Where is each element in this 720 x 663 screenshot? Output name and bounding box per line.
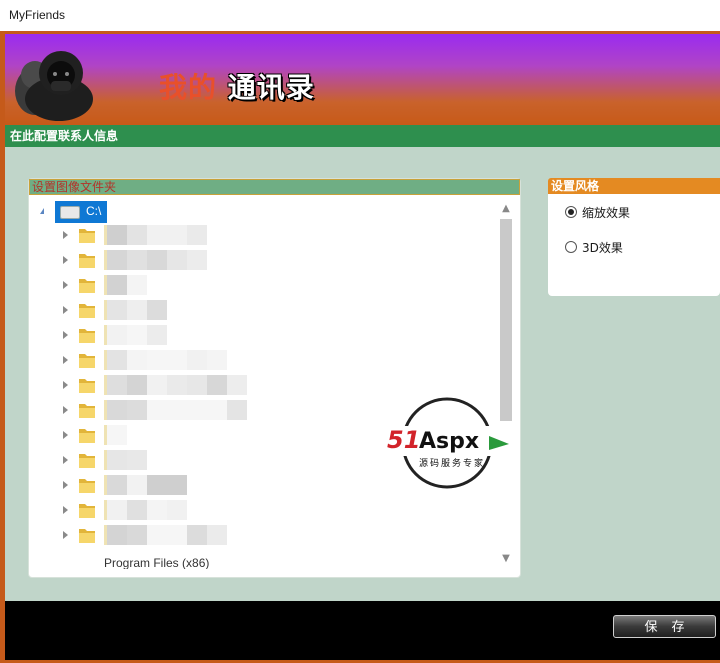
radio-3d-label: 3D效果 <box>582 241 623 255</box>
expand-arrow-icon[interactable] <box>63 381 68 389</box>
folder-icon <box>79 454 95 468</box>
tree-item[interactable] <box>29 498 496 523</box>
tree-item-label-obscured <box>104 448 147 473</box>
tree-item[interactable] <box>29 348 496 373</box>
header-banner: 我的 通讯录 <box>5 34 720 125</box>
section-header: 在此配置联系人信息 <box>5 125 720 147</box>
folder-icon <box>79 529 95 543</box>
tree-item-label-obscured <box>104 423 127 448</box>
app-window: 我的 通讯录 在此配置联系人信息 设置图像文件夹 C:\ Program Fil… <box>5 34 720 660</box>
expand-arrow-icon[interactable] <box>63 481 68 489</box>
tree-item[interactable] <box>29 298 496 323</box>
save-button[interactable]: 保存 <box>613 615 716 638</box>
expand-arrow-icon[interactable] <box>63 281 68 289</box>
folder-icon <box>79 379 95 393</box>
tree-item[interactable] <box>29 223 496 248</box>
collapse-arrow-icon[interactable] <box>40 208 44 214</box>
folder-tree[interactable]: C:\ Program Files (x86) <box>29 199 496 569</box>
tree-root-label: C:\ <box>86 204 102 218</box>
title-bar: MyFriends <box>0 0 720 31</box>
tree-item-label-obscured <box>104 523 227 548</box>
watermark-brand-red: 51 <box>387 426 420 454</box>
folder-icon <box>79 504 95 518</box>
tree-scrollbar[interactable]: ▲ ▼ <box>498 201 514 567</box>
folder-icon <box>79 229 95 243</box>
expand-arrow-icon[interactable] <box>63 431 68 439</box>
expand-arrow-icon[interactable] <box>63 506 68 514</box>
radio-unselected-icon[interactable] <box>565 241 577 253</box>
expand-arrow-icon[interactable] <box>63 531 68 539</box>
expand-arrow-icon[interactable] <box>63 456 68 464</box>
tree-item-label-obscured <box>104 398 247 423</box>
tree-item[interactable] <box>29 273 496 298</box>
watermark-brand-black: Aspx <box>419 429 479 454</box>
folder-icon <box>79 329 95 343</box>
folder-icon <box>79 479 95 493</box>
style-panel-title: 设置风格 <box>548 178 720 194</box>
tree-root-selected[interactable]: C:\ <box>55 201 107 223</box>
style-panel: 设置风格 缩放效果 3D效果 <box>548 178 720 296</box>
watermark-logo: 51 Aspx 源码服务专家 <box>385 397 511 489</box>
tree-item-label-obscured <box>104 473 187 498</box>
logo-part-1: 我的 <box>159 71 218 104</box>
tree-item-label-obscured <box>104 373 247 398</box>
folder-icon <box>79 254 95 268</box>
tree-item[interactable] <box>29 523 496 548</box>
expand-arrow-icon[interactable] <box>63 331 68 339</box>
tree-item-label-obscured <box>104 348 227 373</box>
tree-item-label-obscured <box>104 273 147 298</box>
folder-icon <box>79 279 95 293</box>
image-folder-panel: 设置图像文件夹 C:\ Program Files (x86) ▲ ▼ <box>28 178 521 578</box>
watermark-tagline: 源码服务专家 <box>419 457 485 469</box>
expand-arrow-icon[interactable] <box>63 306 68 314</box>
tree-item[interactable] <box>29 323 496 348</box>
tree-item-label[interactable]: Program Files (x86) <box>104 556 209 569</box>
expand-arrow-icon[interactable] <box>63 356 68 364</box>
tree-item[interactable] <box>29 248 496 273</box>
folder-icon <box>79 354 95 368</box>
radio-selected-icon[interactable] <box>565 206 577 218</box>
image-folder-panel-title: 设置图像文件夹 <box>29 179 520 195</box>
tree-item-label-obscured <box>104 298 167 323</box>
logo-part-2: 通讯录 <box>227 71 315 104</box>
tree-item-label-obscured <box>104 498 187 523</box>
tree-item-label-obscured <box>104 248 207 273</box>
expand-arrow-icon[interactable] <box>63 406 68 414</box>
drive-icon <box>60 206 80 219</box>
folder-icon <box>79 304 95 318</box>
scrollbar-thumb[interactable] <box>500 219 512 421</box>
expand-arrow-icon[interactable] <box>63 231 68 239</box>
radio-zoom-label: 缩放效果 <box>582 206 631 220</box>
scroll-up-icon[interactable]: ▲ <box>501 204 511 214</box>
contact-avatar-icon <box>15 51 93 121</box>
tree-item-label-obscured <box>104 223 207 248</box>
folder-icon <box>79 404 95 418</box>
tree-item-label-obscured <box>104 323 167 348</box>
expand-arrow-icon[interactable] <box>63 256 68 264</box>
app-logo-text: 我的 通讯录 <box>159 66 315 106</box>
scroll-down-icon[interactable]: ▼ <box>501 554 511 564</box>
window-title: MyFriends <box>9 8 66 22</box>
footer-bar: 保存 <box>5 601 720 660</box>
folder-icon <box>79 429 95 443</box>
